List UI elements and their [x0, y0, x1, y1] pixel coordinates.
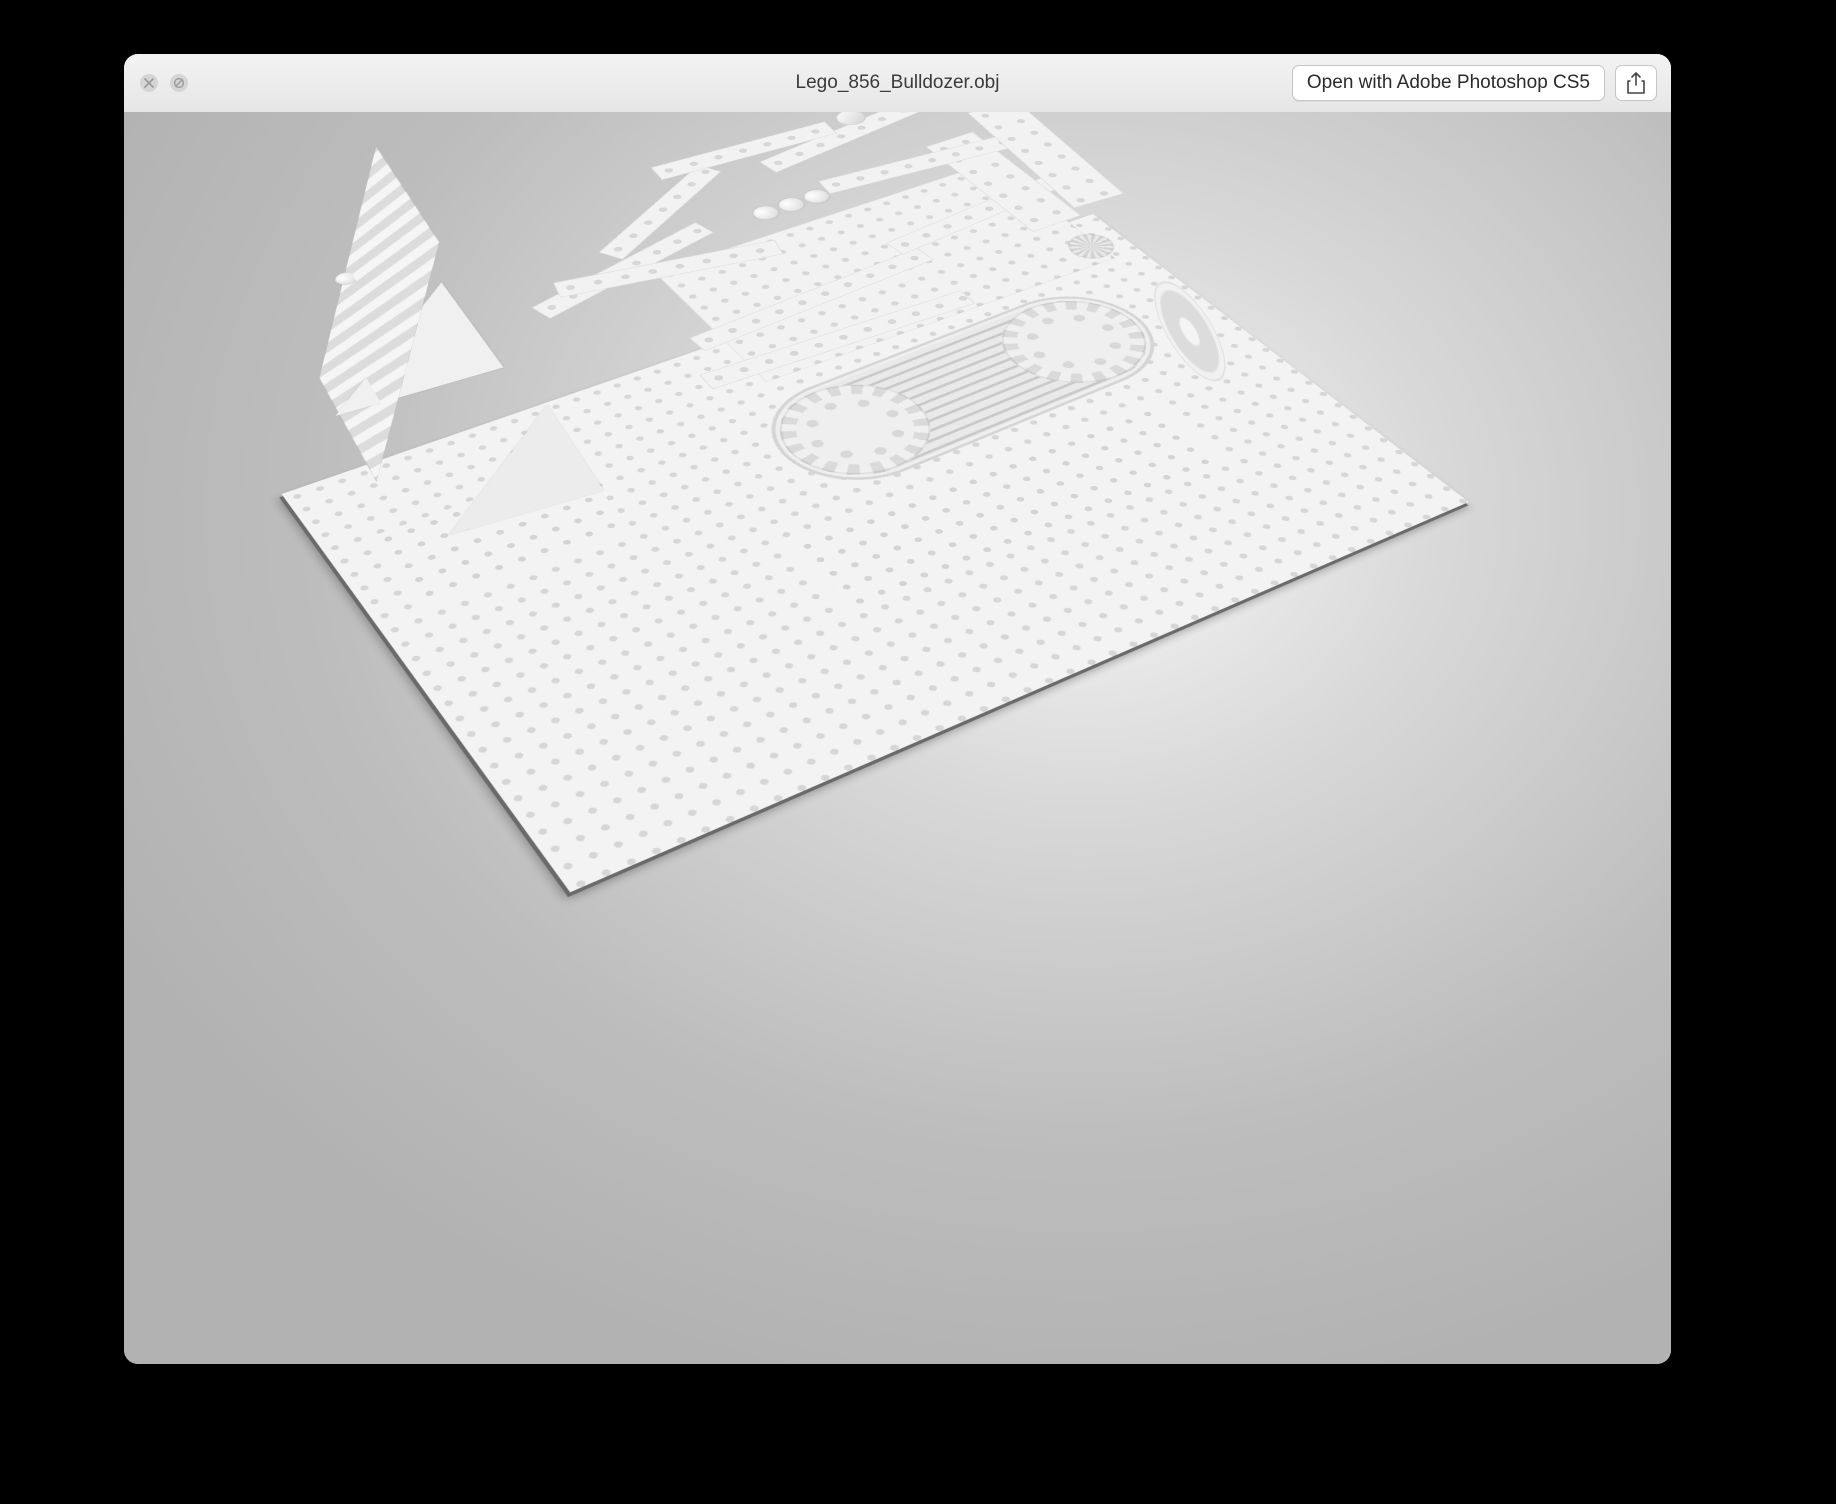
- stop-button[interactable]: [170, 74, 188, 92]
- open-with-button[interactable]: Open with Adobe Photoshop CS5: [1292, 65, 1605, 101]
- quicklook-window: Lego_856_Bulldozer.obj Open with Adobe P…: [124, 54, 1671, 1364]
- share-button[interactable]: [1615, 65, 1657, 101]
- close-button[interactable]: [140, 74, 158, 92]
- close-icon: [144, 78, 154, 88]
- window-controls: [140, 74, 188, 92]
- share-icon: [1627, 72, 1645, 94]
- stop-icon: [173, 77, 185, 89]
- model-render: [124, 112, 1671, 1177]
- titlebar-right-controls: Open with Adobe Photoshop CS5: [1292, 65, 1657, 101]
- titlebar: Lego_856_Bulldozer.obj Open with Adobe P…: [124, 54, 1671, 113]
- open-with-label: Open with Adobe Photoshop CS5: [1307, 72, 1590, 94]
- preview-viewport[interactable]: [124, 112, 1671, 1364]
